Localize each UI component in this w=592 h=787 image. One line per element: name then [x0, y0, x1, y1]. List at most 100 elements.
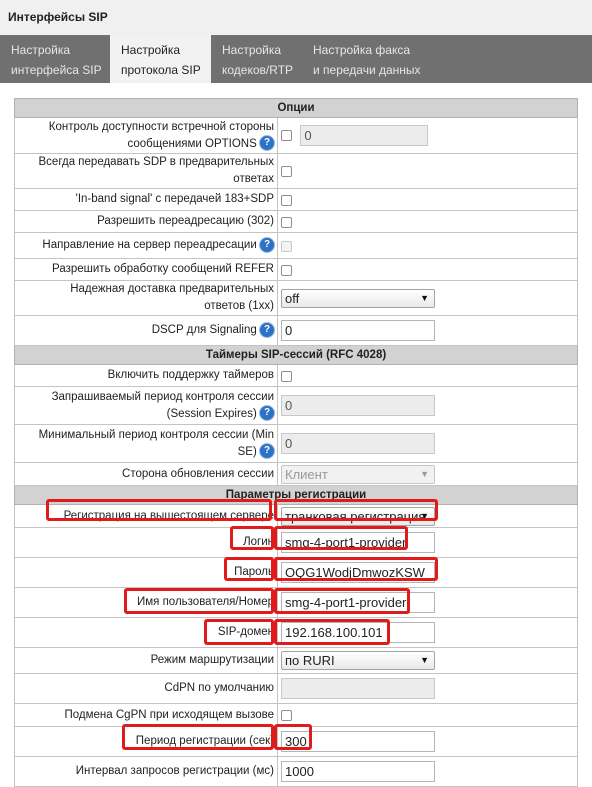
tab-label-line2: протокола SIP	[121, 63, 201, 77]
row-label: 'In-band signal' с передачей 183+SDP	[75, 193, 274, 205]
row-label: Регистрация на вышестоящем сервере	[63, 509, 274, 522]
inband-checkbox[interactable]	[281, 194, 292, 206]
options-interval-input[interactable]: 0	[300, 125, 429, 146]
row-label: Имя пользователя/Номер	[136, 596, 274, 608]
row-timers-enable: Включить поддержку таймеров	[14, 364, 579, 387]
default-cdpn-input[interactable]	[281, 678, 435, 699]
section-header-registration: Параметры регистрации	[13, 485, 579, 505]
tab-fax-data[interactable]: Настройка факса и передачи данных	[302, 35, 442, 83]
row-sip-domain: SIP-домен 192.168.100.101	[14, 617, 579, 648]
dropdown-arrow-icon: ▼	[420, 468, 429, 479]
tab-label-line1: Настройка	[121, 43, 181, 57]
row-label-cont: (Session Expires)	[166, 407, 257, 420]
row-label: Режим маршрутизации	[150, 654, 274, 666]
tab-label-line1: Настройка факса	[313, 43, 411, 57]
sip-domain-input[interactable]: 192.168.100.101	[281, 622, 435, 643]
row-inband: 'In-band signal' с передачей 183+SDP	[14, 188, 579, 211]
row-login: Логин smg-4-port1-provider	[14, 527, 579, 558]
routing-mode-select[interactable]: по RURI ▼	[281, 651, 435, 670]
reliable-1xx-select[interactable]: off ▼	[281, 288, 435, 308]
row-options-check: Контроль доступности встречной стороны с…	[14, 117, 579, 154]
row-label: DSCP для Signaling	[151, 324, 257, 336]
help-icon[interactable]: ?	[260, 406, 274, 421]
row-min-se: Минимальный период контроля сессии (Min …	[14, 424, 579, 463]
row-label: Логин	[243, 536, 274, 548]
row-redirect-direction: Направление на сервер переадресации ?	[14, 232, 579, 259]
row-registration-period: Период регистрации (сек) 300	[14, 726, 579, 757]
login-input[interactable]: smg-4-port1-provider	[281, 532, 435, 553]
settings-table: Опции Контроль доступности встречной сто…	[13, 98, 579, 787]
select-value: по RURI	[285, 653, 335, 668]
row-label: Минимальный период контроля сессии (Min	[38, 428, 274, 441]
min-se-input[interactable]: 0	[281, 433, 435, 454]
row-label: Интервал запросов регистрации (мс)	[75, 765, 274, 777]
row-default-cdpn: CdPN по умолчанию	[14, 673, 579, 704]
row-label: CdPN по умолчанию	[164, 682, 274, 694]
cgpn-substitution-checkbox[interactable]	[281, 710, 292, 722]
tab-codecs-rtp[interactable]: Настройка кодеков/RTP	[211, 35, 302, 83]
row-label-cont: ответах	[233, 173, 274, 185]
window-title-bar: Интерфейсы SIP	[0, 0, 592, 36]
row-label: Подмена CgPN при исходящем вызове	[64, 708, 274, 721]
username-input[interactable]: smg-4-port1-provider	[281, 592, 435, 613]
section-header-timers: Таймеры SIP-сессий (RFC 4028)	[13, 345, 579, 365]
refer-checkbox[interactable]	[281, 264, 292, 276]
tab-label-line2: интерфейса SIP	[11, 63, 102, 77]
row-registration-interval: Интервал запросов регистрации (мс) 1000	[14, 756, 579, 787]
row-label: Включить поддержку таймеров	[107, 369, 274, 381]
dropdown-arrow-icon: ▼	[420, 655, 429, 665]
select-value: транковая регистрация	[285, 508, 426, 524]
session-expires-input[interactable]: 0	[281, 395, 435, 416]
row-label: Период регистрации (сек)	[135, 735, 274, 747]
help-icon[interactable]: ?	[260, 444, 274, 459]
window-title: Интерфейсы SIP	[8, 10, 108, 24]
row-reliable-1xx: Надежная доставка предварительных ответо…	[14, 280, 579, 316]
dropdown-arrow-icon: ▼	[420, 292, 429, 303]
redirect-direction-checkbox[interactable]	[281, 240, 292, 252]
row-routing-mode: Режим маршрутизации по RURI ▼	[14, 647, 579, 674]
tab-protocol-settings[interactable]: Настройка протокола SIP	[110, 35, 211, 83]
options-check-checkbox[interactable]	[281, 130, 292, 141]
select-value: Клиент	[285, 466, 328, 482]
row-refresher: Сторона обновления сессии Клиент ▼	[14, 462, 579, 486]
row-session-expires: Запрашиваемый период контроля сессии (Se…	[14, 386, 579, 425]
row-label: Разрешить обработку сообщений REFER	[52, 263, 274, 275]
row-password: Пароль OQG1WodjDmwozKSW	[14, 557, 579, 588]
tab-bar: Настройка интерфейса SIP Настройка прото…	[0, 35, 592, 83]
help-icon[interactable]: ?	[260, 237, 274, 252]
refresher-select[interactable]: Клиент ▼	[281, 464, 435, 484]
upstream-registration-select[interactable]: транковая регистрация ▼	[281, 506, 435, 526]
row-username: Имя пользователя/Номер smg-4-port1-provi…	[14, 587, 579, 618]
tab-label-line2: и передачи данных	[313, 63, 421, 77]
registration-period-input[interactable]: 300	[281, 731, 435, 752]
help-icon[interactable]: ?	[260, 322, 274, 337]
row-label: SIP-домен	[217, 626, 274, 638]
section-header-options: Опции	[13, 98, 579, 118]
row-cgpn-substitution: Подмена CgPN при исходящем вызове	[14, 703, 579, 727]
row-label-cont: ответов (1xx)	[204, 300, 274, 312]
timers-enable-checkbox[interactable]	[281, 370, 292, 382]
row-label-cont: SE)	[237, 445, 257, 458]
row-label: Контроль доступности встречной стороны	[48, 120, 274, 133]
select-value: off	[285, 290, 300, 306]
password-input[interactable]: OQG1WodjDmwozKSW	[281, 562, 435, 583]
row-dscp: DSCP для Signaling ? 0	[14, 315, 579, 346]
row-refer: Разрешить обработку сообщений REFER	[14, 258, 579, 281]
sdp-preliminary-checkbox[interactable]	[281, 166, 292, 178]
registration-interval-input[interactable]: 1000	[281, 761, 435, 782]
dscp-input[interactable]: 0	[281, 320, 435, 341]
tab-label-line2: кодеков/RTP	[222, 63, 294, 77]
row-label-cont: сообщениями OPTIONS	[127, 137, 257, 150]
row-label: Разрешить переадресацию (302)	[97, 215, 274, 227]
row-label: Всегда передавать SDP в предварительных	[38, 156, 274, 168]
tab-label-line1: Настройка	[11, 43, 71, 57]
help-icon[interactable]: ?	[260, 136, 274, 151]
dropdown-arrow-icon: ▼	[420, 510, 429, 521]
row-label: Надежная доставка предварительных	[70, 283, 274, 295]
settings-content: Опции Контроль доступности встречной сто…	[13, 98, 579, 787]
row-redirect-302: Разрешить переадресацию (302)	[14, 210, 579, 233]
redirect-302-checkbox[interactable]	[281, 216, 292, 228]
row-upstream-registration: Регистрация на вышестоящем сервере транк…	[14, 504, 579, 528]
row-sdp-preliminary: Всегда передавать SDP в предварительных …	[14, 153, 579, 189]
tab-interface-settings[interactable]: Настройка интерфейса SIP	[0, 35, 110, 83]
